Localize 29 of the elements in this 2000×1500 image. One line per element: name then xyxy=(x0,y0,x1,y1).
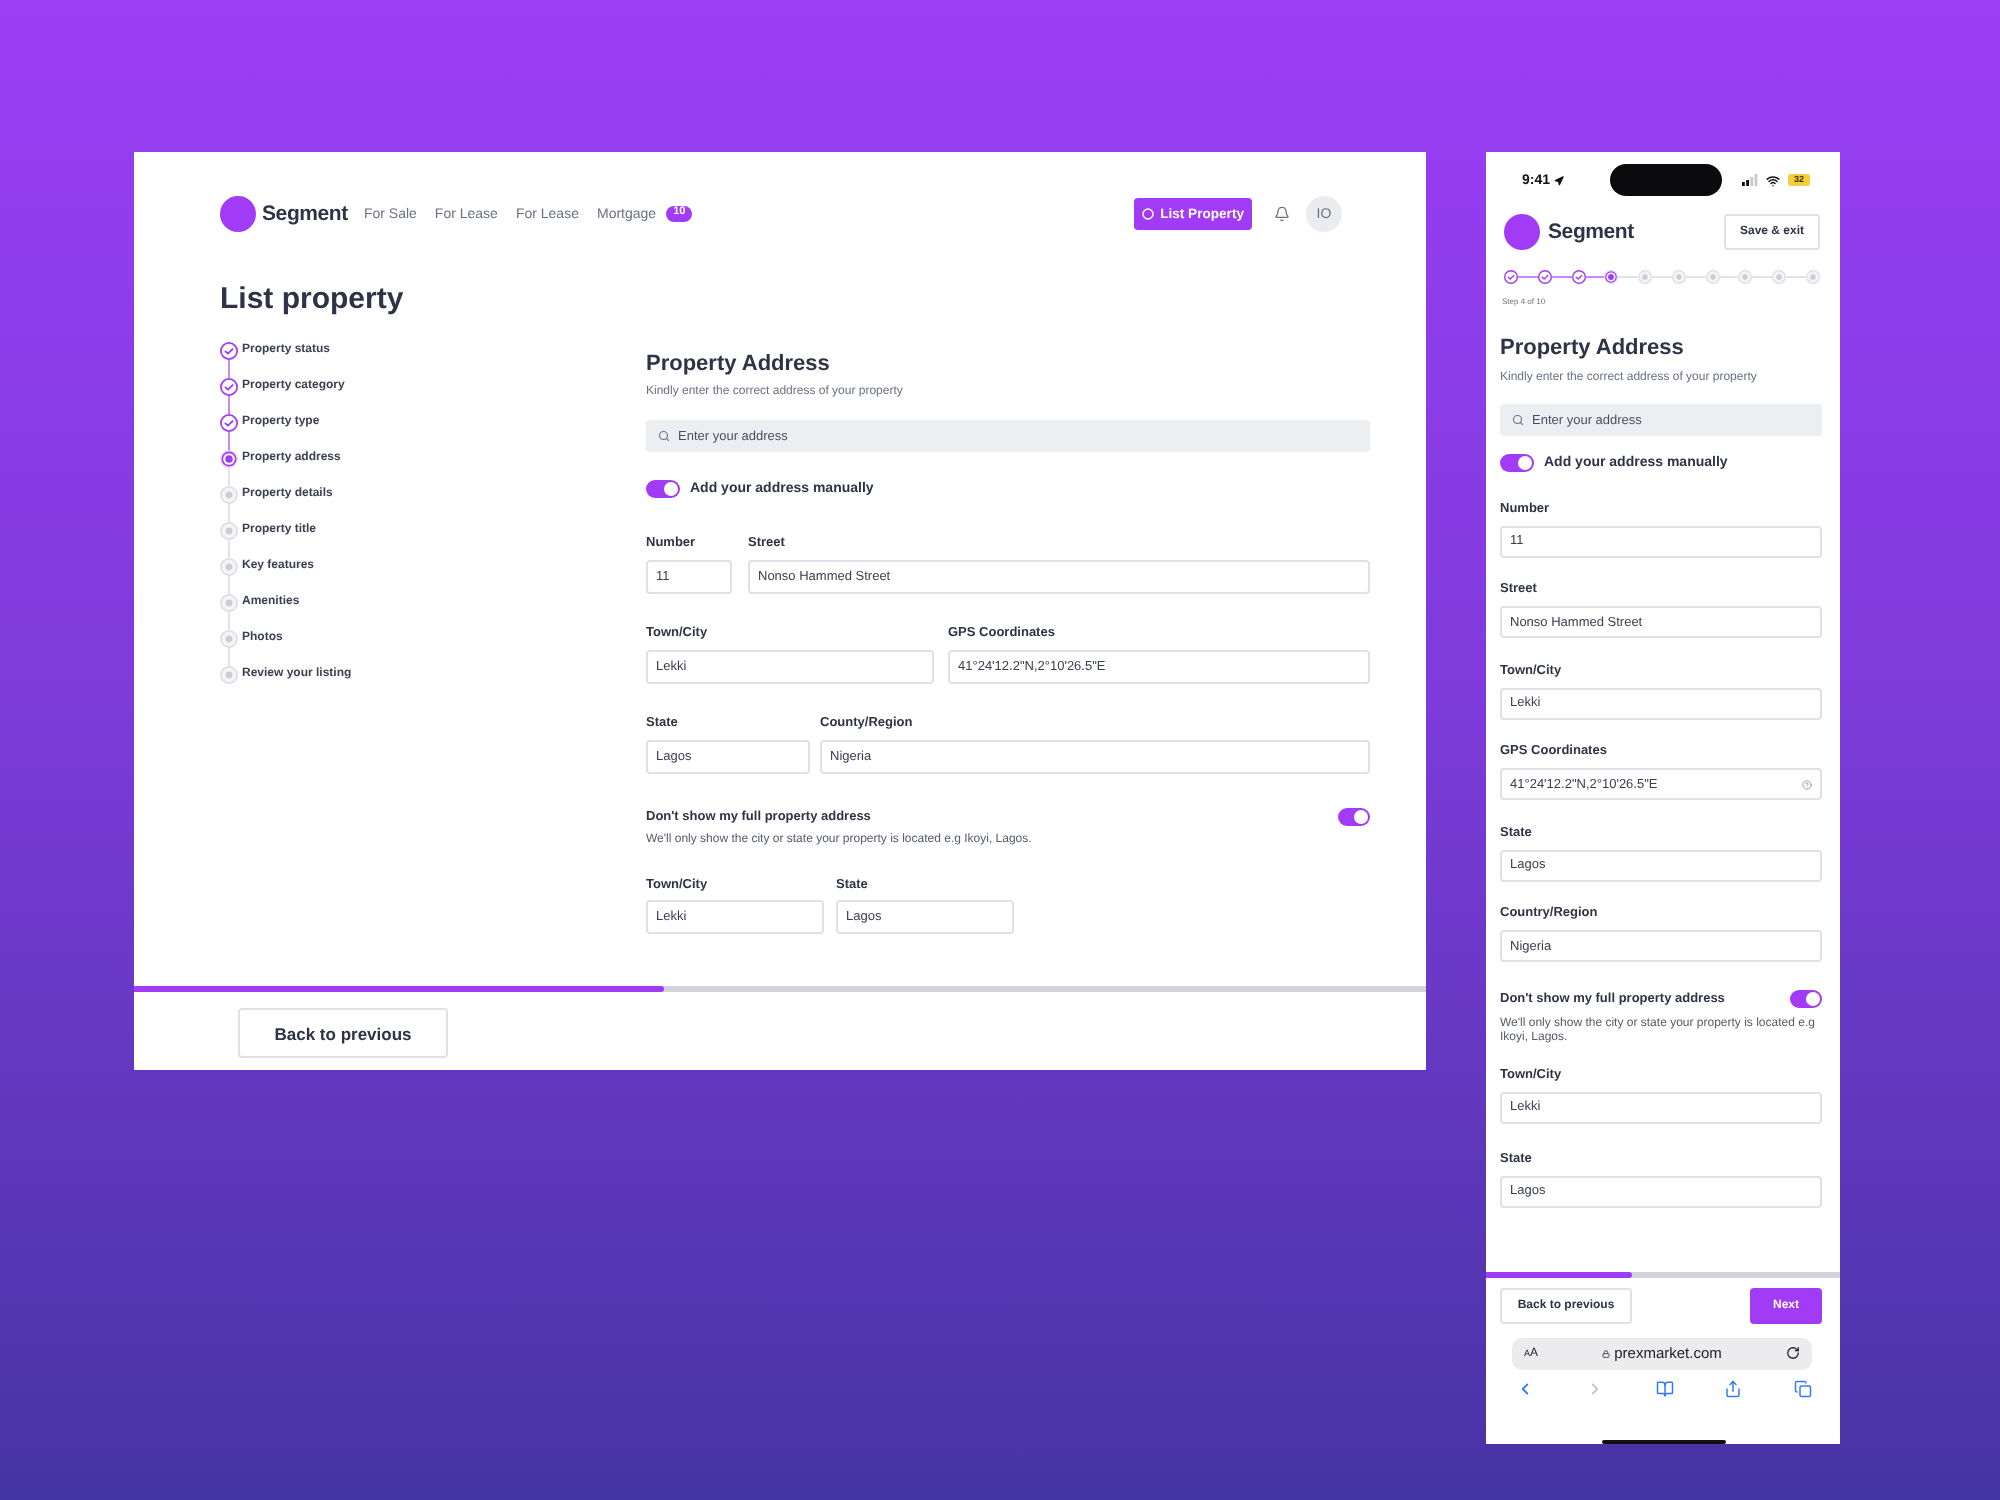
brand-name: Segment xyxy=(262,202,348,226)
share-icon[interactable] xyxy=(1724,1380,1743,1398)
toggle-switch[interactable] xyxy=(1790,989,1822,1007)
reload-icon[interactable] xyxy=(1786,1346,1800,1360)
toggle-switch[interactable] xyxy=(646,480,680,498)
search-icon xyxy=(658,430,670,442)
tabs-icon[interactable] xyxy=(1794,1380,1812,1398)
section-title: Property Address xyxy=(646,350,832,378)
circle-icon xyxy=(1142,208,1155,220)
toggle-switch[interactable] xyxy=(1500,453,1534,471)
brand-name: Segment xyxy=(1548,220,1634,244)
step-connector xyxy=(1551,275,1572,277)
signal-icon xyxy=(1742,174,1758,186)
camera-cutout xyxy=(1610,164,1722,196)
toggle-switch[interactable] xyxy=(1338,807,1370,825)
step-connector xyxy=(1518,275,1538,277)
search-icon xyxy=(1512,414,1524,426)
back-button[interactable]: Back to previous xyxy=(238,1008,448,1058)
section-title: Property Address xyxy=(1500,334,1686,362)
logo-icon xyxy=(220,196,256,232)
bell-icon[interactable] xyxy=(1274,206,1290,222)
step-connector xyxy=(1585,275,1605,277)
logo-icon xyxy=(1504,214,1540,250)
page-title: List property xyxy=(220,282,406,318)
home-indicator xyxy=(1601,1439,1725,1444)
location-arrow-icon xyxy=(1554,175,1565,185)
lock-icon xyxy=(1602,1349,1611,1357)
wifi-icon xyxy=(1766,173,1780,187)
book-icon[interactable] xyxy=(1655,1380,1673,1398)
